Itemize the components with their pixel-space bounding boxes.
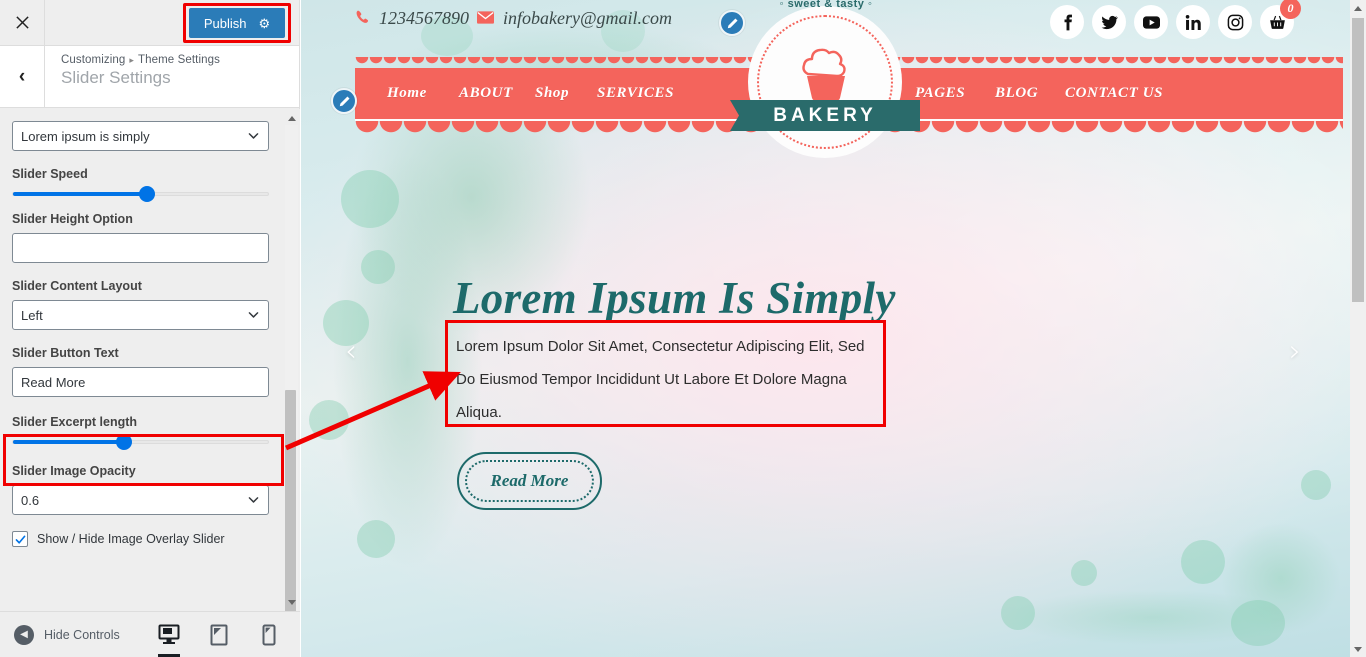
slider-next-arrow[interactable]: ›	[1289, 334, 1301, 369]
breadcrumb: Customizing ▸ Theme Settings	[61, 54, 220, 66]
customizer-panel: Publish ⚙ ‹ Customizing ▸ Theme Settings S…	[0, 0, 300, 657]
logo-tagline: ◦ sweet & tasty ◦	[779, 0, 873, 10]
control-page-select: Lorem ipsum is simply	[12, 121, 288, 151]
breadcrumb-separator-icon: ▸	[129, 55, 134, 65]
twitter-icon[interactable]	[1092, 5, 1126, 39]
desktop-icon[interactable]	[156, 620, 182, 657]
check-icon	[15, 535, 25, 544]
phone-info[interactable]: 1234567890	[355, 8, 469, 29]
nav-item-blog[interactable]: BLOG	[995, 85, 1038, 102]
customizer-controls: Lorem ipsum is simply Slider Speed Slide…	[0, 109, 300, 611]
slider-speed-range[interactable]	[12, 186, 269, 202]
linkedin-icon[interactable]	[1176, 5, 1210, 39]
envelope-icon	[477, 8, 494, 29]
gear-icon[interactable]: ⚙	[258, 17, 270, 30]
content-layout-select[interactable]: Left	[12, 300, 269, 330]
excerpt-length-thumb[interactable]	[115, 434, 132, 450]
site-logo[interactable]: ◦ sweet & tasty ◦ BAKERY	[730, 0, 920, 158]
control-overlay-toggle[interactable]: Show / Hide Image Overlay Slider	[12, 531, 288, 547]
nav-item-services[interactable]: SERVICES	[597, 85, 674, 102]
close-icon[interactable]	[0, 0, 45, 45]
publish-label: Publish	[203, 15, 247, 31]
social-links: 0	[1050, 0, 1301, 39]
preview-scrollbar[interactable]	[1350, 0, 1366, 657]
hide-controls-label: Hide Controls	[44, 627, 120, 642]
control-slider-height: Slider Height Option	[12, 212, 288, 263]
customizer-scrollbar[interactable]	[285, 125, 298, 657]
nav-item-pages[interactable]: PAGES	[915, 85, 965, 102]
customizer-topbar: Publish ⚙	[0, 0, 299, 46]
collapse-arrow-icon: ◀	[14, 624, 34, 645]
overlay-checkbox[interactable]	[12, 531, 28, 547]
nav-item-shop[interactable]: Shop	[535, 85, 569, 102]
slider-height-input[interactable]	[12, 233, 269, 263]
phone-icon	[355, 8, 370, 29]
control-image-opacity: Slider Image Opacity 0.6	[12, 464, 288, 515]
nav-item-contact-us[interactable]: CONTACT US	[1065, 85, 1163, 102]
button-text-input[interactable]	[12, 367, 269, 397]
control-slider-speed: Slider Speed	[12, 167, 288, 202]
slider-height-label: Slider Height Option	[12, 212, 133, 226]
button-text-label: Slider Button Text	[12, 346, 119, 360]
image-opacity-label: Slider Image Opacity	[12, 464, 136, 478]
read-more-label: Read More	[490, 471, 569, 490]
excerpt-length-range[interactable]	[12, 434, 269, 450]
excerpt-length-label: Slider Excerpt length	[12, 415, 138, 429]
mobile-icon[interactable]	[256, 620, 282, 650]
page-select[interactable]: Lorem ipsum is simply	[12, 121, 269, 151]
control-excerpt-length: Slider Excerpt length	[12, 415, 288, 450]
customizer-screen: Publish ⚙ ‹ Customizing ▸ Theme Settings S…	[0, 0, 1366, 657]
publish-highlight: Publish ⚙	[183, 3, 291, 43]
logo-name: BAKERY	[773, 104, 877, 126]
back-chevron-icon[interactable]: ‹	[0, 46, 45, 107]
logo-ribbon: BAKERY	[730, 100, 920, 131]
email-info[interactable]: infobakery@gmail.com	[477, 8, 672, 29]
slider-prev-arrow[interactable]: ‹	[345, 334, 357, 369]
phone-number: 1234567890	[379, 8, 469, 28]
content-layout-label: Slider Content Layout	[12, 279, 142, 293]
customizer-footer: ◀ Hide Controls	[0, 611, 300, 657]
scroll-up-arrow-icon[interactable]	[285, 112, 298, 125]
breadcrumb-root[interactable]: Customizing	[61, 54, 125, 66]
nav-item-home[interactable]: Home	[387, 85, 427, 102]
tablet-icon[interactable]	[206, 620, 232, 650]
customizer-header: ‹ Customizing ▸ Theme Settings Slider Sett…	[0, 46, 299, 108]
page-title: Slider Settings	[61, 68, 171, 87]
publish-button[interactable]: Publish ⚙	[189, 8, 285, 38]
nav-item-about[interactable]: ABOUT	[459, 85, 513, 102]
pencil-edit-icon[interactable]	[719, 10, 745, 36]
scroll-down-arrow-icon[interactable]	[285, 596, 298, 609]
slider-speed-label: Slider Speed	[12, 167, 88, 181]
site-preview: 1234567890 infobakery@gmail.com 0 Home A…	[301, 0, 1366, 657]
hero-title: Lorem Ipsum Is Simply	[453, 273, 896, 323]
control-button-text: Slider Button Text	[12, 346, 288, 397]
read-more-button[interactable]: Read More	[457, 452, 602, 510]
slider-speed-thumb[interactable]	[138, 186, 155, 202]
facebook-icon[interactable]	[1050, 5, 1084, 39]
hero-description: Lorem Ipsum Dolor Sit Amet, Consectetur …	[456, 338, 865, 421]
control-content-layout: Slider Content Layout Left	[12, 279, 288, 330]
youtube-icon[interactable]	[1134, 5, 1168, 39]
cupcake-icon	[790, 40, 860, 102]
breadcrumb-parent[interactable]: Theme Settings	[138, 54, 220, 66]
email-address: infobakery@gmail.com	[503, 8, 673, 28]
cart-widget[interactable]: 0	[1260, 0, 1301, 39]
preview-scroll-thumb[interactable]	[1352, 18, 1364, 302]
cart-count-badge: 0	[1280, 0, 1301, 19]
image-opacity-select[interactable]: 0.6	[12, 485, 269, 515]
pencil-edit-icon-nav[interactable]	[331, 88, 357, 114]
hide-controls-button[interactable]: ◀ Hide Controls	[0, 624, 120, 645]
instagram-icon[interactable]	[1218, 5, 1252, 39]
device-preview-switcher	[156, 620, 282, 657]
overlay-toggle-label: Show / Hide Image Overlay Slider	[37, 532, 225, 546]
preview-scroll-down-icon[interactable]	[1350, 641, 1366, 657]
preview-scroll-up-icon[interactable]	[1350, 0, 1366, 16]
